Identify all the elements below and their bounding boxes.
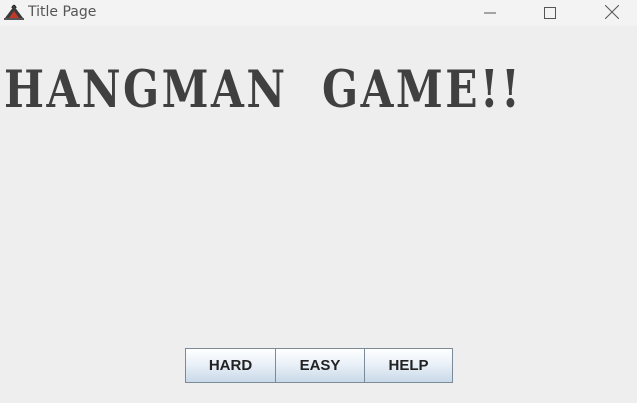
easy-button[interactable]: EASY (276, 348, 365, 383)
difficulty-button-row: HARD EASY HELP (185, 348, 453, 383)
help-button[interactable]: HELP (365, 348, 453, 383)
maximize-icon (544, 4, 556, 23)
close-icon (604, 4, 620, 23)
title-bar[interactable]: Title Page (0, 0, 637, 26)
close-button[interactable] (592, 0, 632, 26)
maximize-button[interactable] (530, 0, 570, 26)
window-title: Title Page (28, 4, 97, 20)
app-window: Title Page HANGMAN GAME!! HARD EASY HELP (0, 0, 637, 403)
java-app-icon (3, 2, 25, 22)
minimize-button[interactable] (470, 0, 510, 26)
hard-button[interactable]: HARD (185, 348, 276, 383)
game-title: HANGMAN GAME!! (4, 60, 523, 120)
minimize-icon (484, 4, 496, 23)
